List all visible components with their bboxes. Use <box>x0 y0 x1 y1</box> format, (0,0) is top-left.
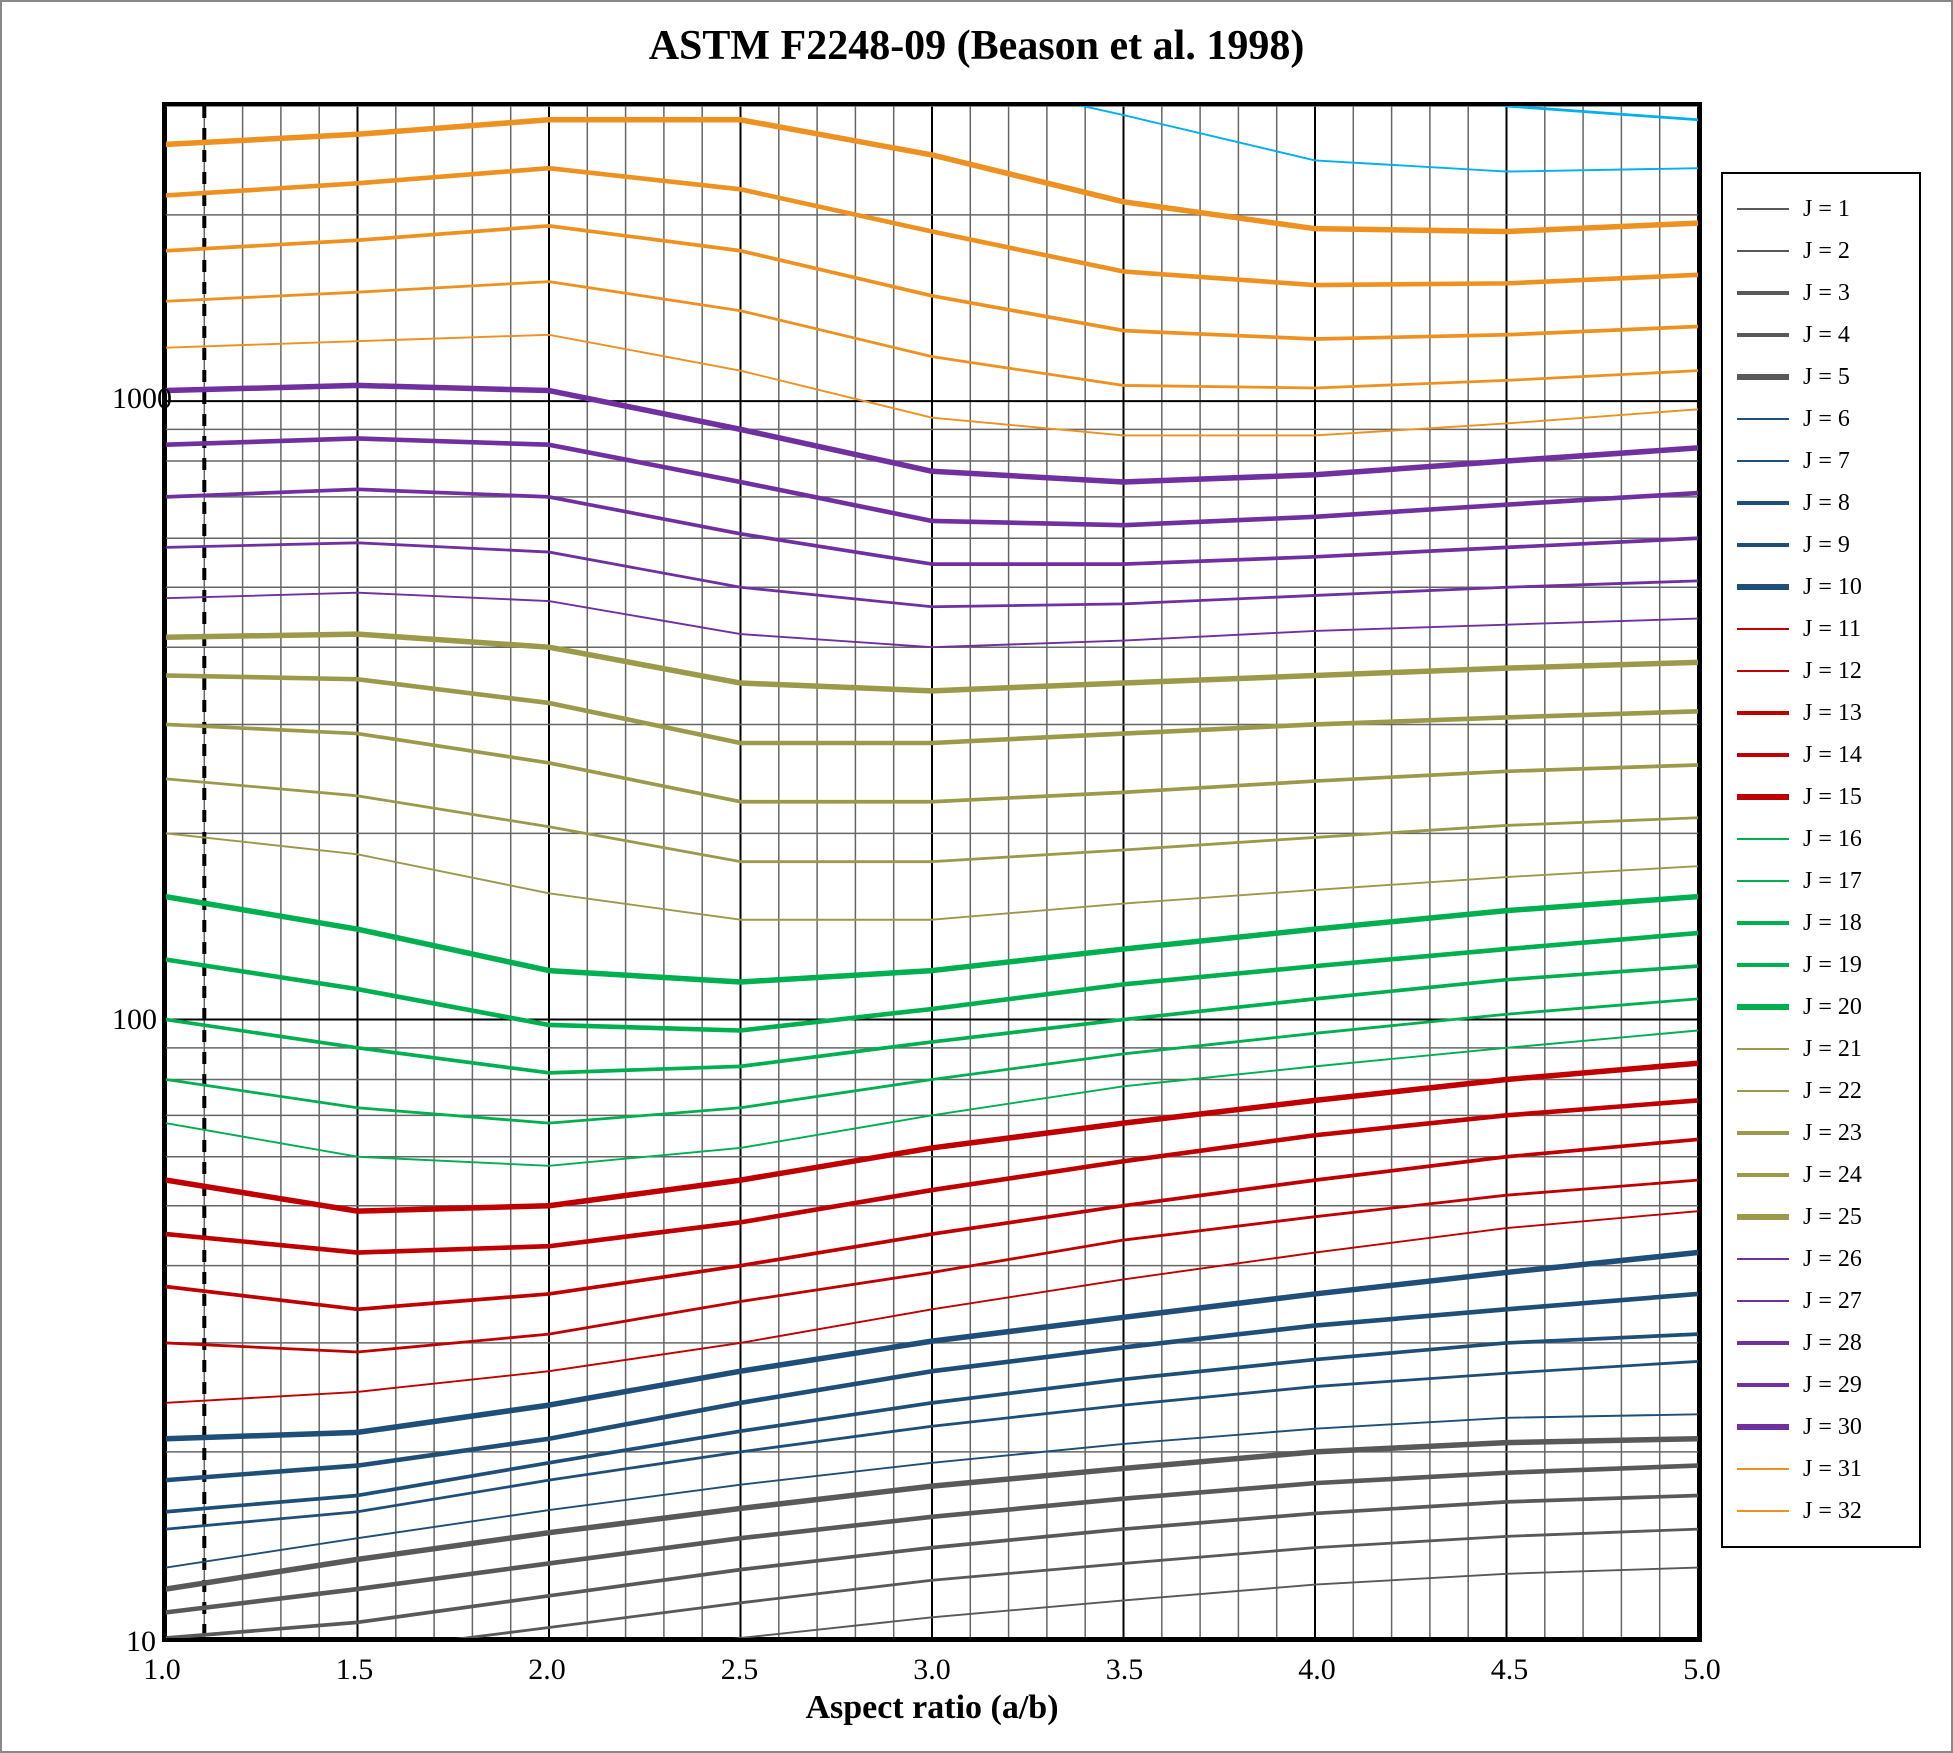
y-tick-label: 10 <box>112 1625 156 1659</box>
legend-label: J = 7 <box>1803 448 1850 475</box>
legend-item: J = 2 <box>1733 230 1909 272</box>
legend-item: J = 31 <box>1733 1448 1909 1490</box>
legend-label: J = 14 <box>1803 742 1862 769</box>
legend-label: J = 28 <box>1803 1330 1862 1357</box>
legend-label: J = 16 <box>1803 826 1862 853</box>
legend-item: J = 8 <box>1733 482 1909 524</box>
x-tick-label: 1.5 <box>336 1653 374 1687</box>
legend-label: J = 25 <box>1803 1204 1862 1231</box>
legend-item: J = 1 <box>1733 188 1909 230</box>
legend-item: J = 3 <box>1733 272 1909 314</box>
legend-label: J = 15 <box>1803 784 1862 811</box>
legend-label: J = 2 <box>1803 238 1850 265</box>
legend-label: J = 29 <box>1803 1372 1862 1399</box>
legend-item: J = 23 <box>1733 1112 1909 1154</box>
x-tick-label: 3.0 <box>913 1653 951 1687</box>
legend-label: J = 27 <box>1803 1288 1862 1315</box>
legend-label: J = 5 <box>1803 364 1850 391</box>
x-tick-label: 3.5 <box>1106 1653 1144 1687</box>
legend-label: J = 23 <box>1803 1120 1862 1147</box>
legend-item: J = 13 <box>1733 692 1909 734</box>
legend-item: J = 12 <box>1733 650 1909 692</box>
legend-label: J = 31 <box>1803 1456 1862 1483</box>
legend-label: J = 1 <box>1803 196 1850 223</box>
legend-item: J = 14 <box>1733 734 1909 776</box>
legend-item: J = 30 <box>1733 1406 1909 1448</box>
x-tick-label: 2.0 <box>528 1653 566 1687</box>
plot-area <box>162 102 1702 1642</box>
legend-item: J = 24 <box>1733 1154 1909 1196</box>
legend-label: J = 11 <box>1803 616 1861 643</box>
legend-item: J = 29 <box>1733 1364 1909 1406</box>
legend-item: J = 27 <box>1733 1280 1909 1322</box>
legend-label: J = 21 <box>1803 1036 1862 1063</box>
legend-label: J = 12 <box>1803 658 1862 685</box>
legend-label: J = 30 <box>1803 1414 1862 1441</box>
legend-label: J = 3 <box>1803 280 1850 307</box>
legend-label: J = 24 <box>1803 1162 1862 1189</box>
x-tick-label: 4.0 <box>1298 1653 1336 1687</box>
plot-inner <box>166 106 1698 1638</box>
x-tick-label: 4.5 <box>1491 1653 1529 1687</box>
legend-box: J = 1 J = 2 J = 3 J = 4 J = 5 J = 6 J = 7 J = 8… <box>1721 172 1921 1548</box>
legend-item: J = 6 <box>1733 398 1909 440</box>
legend-item: J = 16 <box>1733 818 1909 860</box>
legend-label: J = 22 <box>1803 1078 1862 1105</box>
legend-label: J = 13 <box>1803 700 1862 727</box>
legend-item: J = 20 <box>1733 986 1909 1028</box>
legend-item: J = 18 <box>1733 902 1909 944</box>
y-tick-label: 100 <box>112 1003 156 1037</box>
legend-item: J = 19 <box>1733 944 1909 986</box>
legend-label: J = 17 <box>1803 868 1862 895</box>
legend-item: J = 25 <box>1733 1196 1909 1238</box>
legend-label: J = 8 <box>1803 490 1850 517</box>
legend-item: J = 32 <box>1733 1490 1909 1532</box>
legend-label: J = 9 <box>1803 532 1850 559</box>
legend-item: J = 7 <box>1733 440 1909 482</box>
legend-item: J = 5 <box>1733 356 1909 398</box>
x-tick-label: 2.5 <box>721 1653 759 1687</box>
legend-item: J = 28 <box>1733 1322 1909 1364</box>
y-tick-label: 1000 <box>112 382 156 416</box>
x-axis-label: Aspect ratio (a/b) <box>162 1689 1702 1727</box>
legend-label: J = 20 <box>1803 994 1862 1021</box>
legend-label: J = 19 <box>1803 952 1862 979</box>
legend-label: J = 18 <box>1803 910 1862 937</box>
chart-frame: ASTM F2248-09 (Beason et al. 1998) Nondi… <box>0 0 1953 1753</box>
legend-label: J = 32 <box>1803 1498 1862 1525</box>
legend-item: J = 22 <box>1733 1070 1909 1112</box>
x-tick-label: 5.0 <box>1683 1653 1721 1687</box>
legend-label: J = 4 <box>1803 322 1850 349</box>
legend-item: J = 26 <box>1733 1238 1909 1280</box>
legend-item: J = 15 <box>1733 776 1909 818</box>
legend-item: J = 11 <box>1733 608 1909 650</box>
legend-item: J = 10 <box>1733 566 1909 608</box>
chart-title: ASTM F2248-09 (Beason et al. 1998) <box>2 22 1951 70</box>
legend-label: J = 26 <box>1803 1246 1862 1273</box>
legend-item: J = 21 <box>1733 1028 1909 1070</box>
legend-item: J = 9 <box>1733 524 1909 566</box>
legend-label: J = 6 <box>1803 406 1850 433</box>
legend-item: J = 17 <box>1733 860 1909 902</box>
legend-label: J = 10 <box>1803 574 1862 601</box>
legend-item: J = 4 <box>1733 314 1909 356</box>
